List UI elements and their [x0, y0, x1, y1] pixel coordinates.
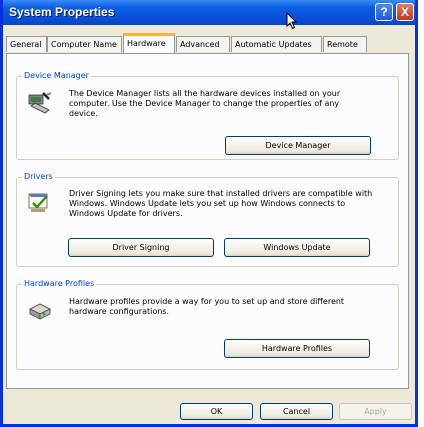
tab-automatic-updates[interactable]: Automatic Updates	[231, 36, 322, 52]
tab-hardware[interactable]: Hardware	[123, 33, 175, 53]
hardware-tab-panel: Device Manager The Device Manager lists …	[6, 53, 409, 389]
help-button[interactable]: ?	[375, 3, 393, 21]
drivers-description: Driver Signing lets you make sure that i…	[69, 189, 373, 218]
hardware-profiles-icon	[29, 303, 51, 320]
device-manager-button[interactable]: Device Manager	[225, 136, 371, 155]
apply-button[interactable]: Apply	[339, 403, 412, 420]
tab-general[interactable]: General	[6, 36, 47, 52]
device-manager-group-title: Device Manager	[22, 71, 91, 80]
tab-remote[interactable]: Remote	[323, 36, 367, 52]
mouse-cursor-icon	[286, 12, 298, 30]
hardware-profiles-group: Hardware Profiles Hardware profiles prov…	[16, 279, 399, 370]
device-manager-group: Device Manager The Device Manager lists …	[16, 71, 399, 160]
drivers-group-title: Drivers	[22, 172, 55, 181]
hardware-profiles-description: Hardware profiles provide a way for you …	[69, 297, 345, 316]
device-manager-description: The Device Manager lists all the hardwar…	[69, 89, 341, 118]
windows-update-button[interactable]: Windows Update	[224, 238, 370, 257]
hardware-profiles-group-title: Hardware Profiles	[22, 279, 97, 288]
close-button[interactable]: X	[396, 3, 414, 21]
ok-button[interactable]: OK	[180, 403, 253, 420]
tab-advanced[interactable]: Advanced	[176, 36, 230, 52]
tab-computer-name[interactable]: Computer Name	[47, 36, 122, 52]
drivers-group: Drivers Driver Signing lets you make sur…	[16, 172, 399, 267]
driver-signing-button[interactable]: Driver Signing	[68, 238, 214, 257]
title-bar[interactable]: System Properties ? X	[3, 0, 415, 25]
system-properties-window: System Properties ? X General Computer N…	[0, 0, 418, 427]
hardware-profiles-button[interactable]: Hardware Profiles	[224, 339, 370, 358]
cancel-button[interactable]: Cancel	[260, 403, 333, 420]
driver-signing-icon	[28, 193, 48, 212]
device-manager-icon	[28, 92, 52, 114]
window-title: System Properties	[9, 5, 115, 19]
